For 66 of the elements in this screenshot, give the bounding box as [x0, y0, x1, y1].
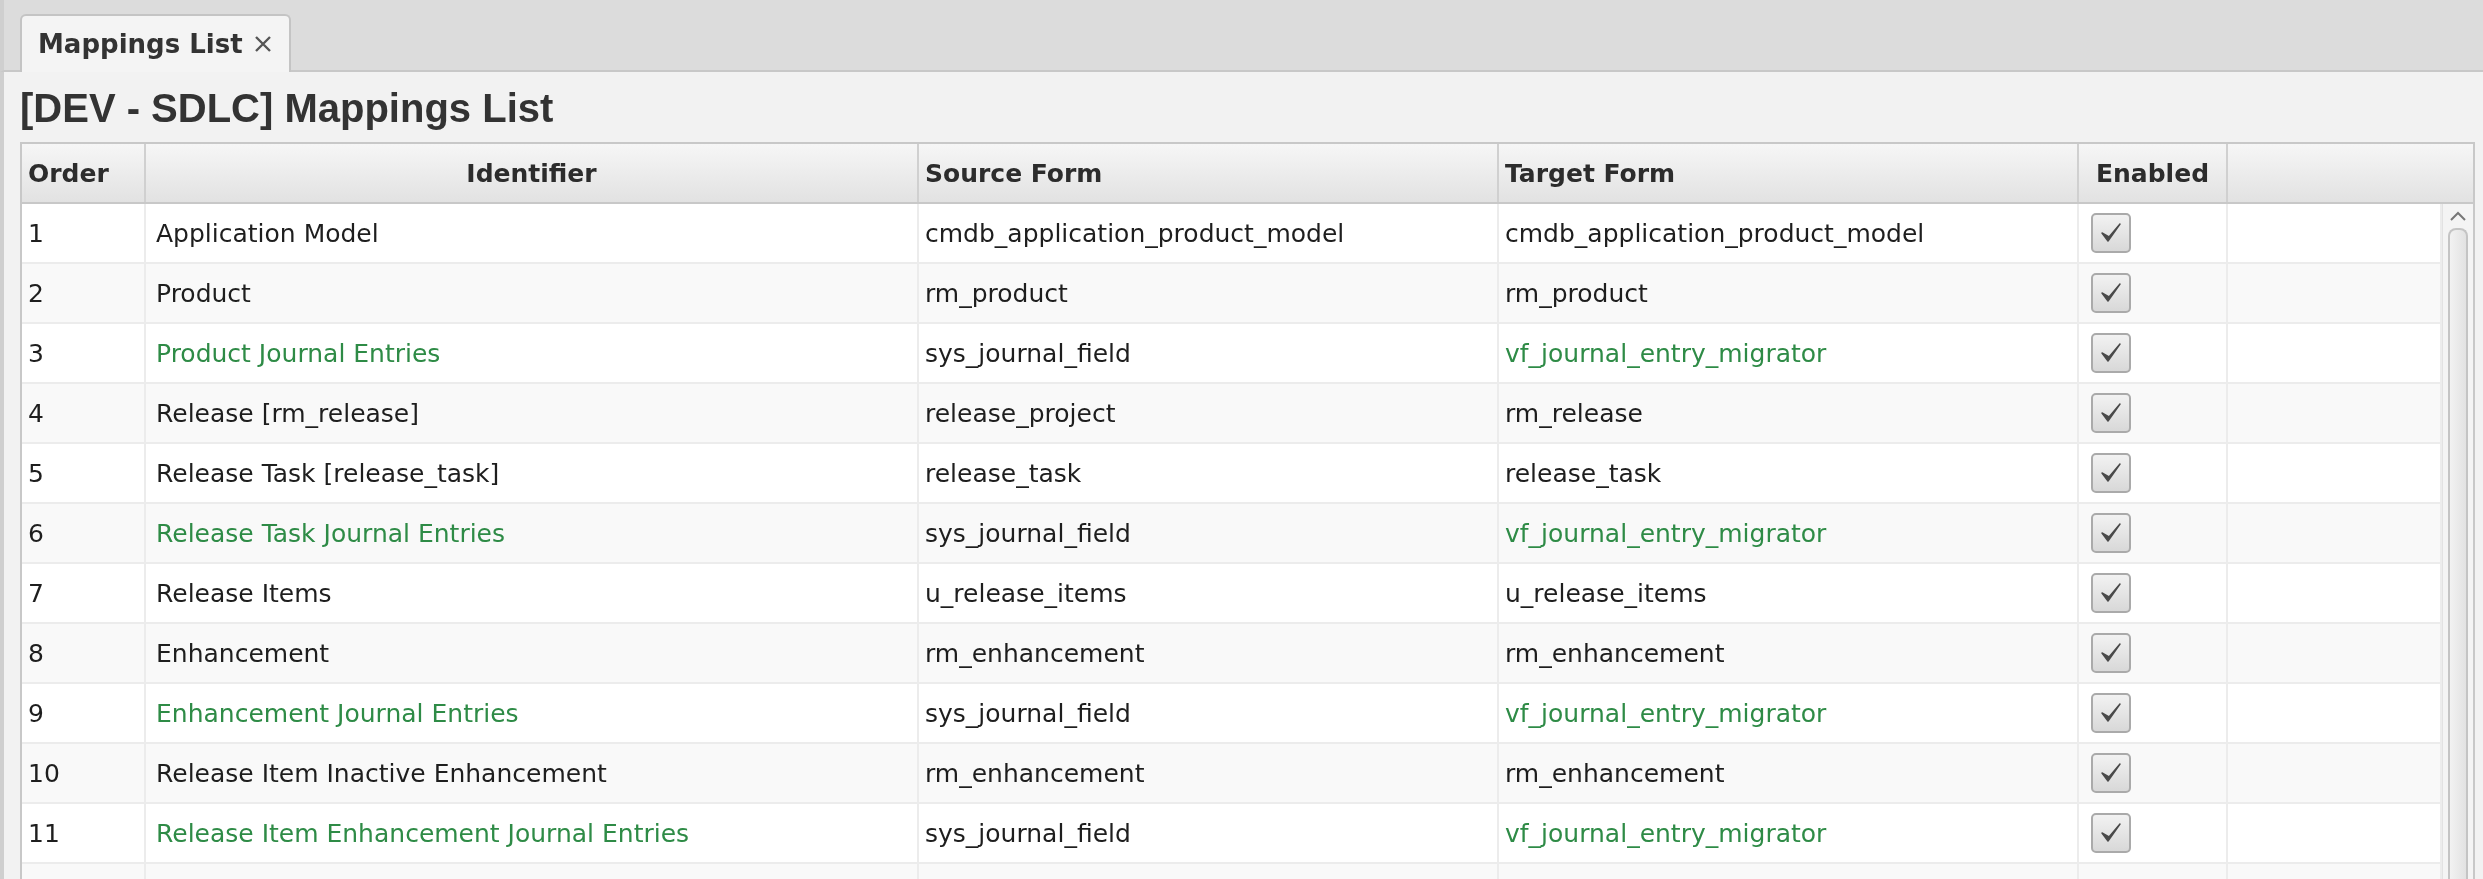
- table-cell: vf_journal_entry_migrator: [1499, 684, 2079, 742]
- vertical-scrollbar[interactable]: [2442, 204, 2473, 879]
- table-cell: release_task: [919, 444, 1499, 502]
- table-cell: cmdb_application_product_model: [919, 204, 1499, 262]
- table-cell: 9: [22, 684, 146, 742]
- table-cell: 3: [22, 324, 146, 382]
- checkbox[interactable]: [2091, 333, 2131, 373]
- table-cell: release_project: [919, 384, 1499, 442]
- checkbox[interactable]: [2091, 273, 2131, 313]
- checkbox[interactable]: [2091, 573, 2131, 613]
- table-cell: 4: [22, 384, 146, 442]
- table-cell: Release [rm_release]: [146, 384, 919, 442]
- column-header[interactable]: Enabled: [2079, 144, 2228, 202]
- table-cell: Enhancement Journal Entries: [146, 684, 919, 742]
- table-cell: cmdb_application_product_model: [1499, 204, 2079, 262]
- checkbox[interactable]: [2091, 213, 2131, 253]
- table-cell: u_release_items: [919, 564, 1499, 622]
- table-cell: 1: [22, 204, 146, 262]
- table-cell: vf_journal_entry_migrator: [1499, 504, 2079, 562]
- table-cell: Application Model: [146, 204, 919, 262]
- table-cell: 8: [22, 624, 146, 682]
- table-cell: 5: [22, 444, 146, 502]
- checkbox[interactable]: [2091, 813, 2131, 853]
- page-title: [DEV - SDLC] Mappings List: [20, 86, 555, 130]
- table-cell: Release Item Inactive Enhancement: [146, 744, 919, 802]
- checkbox[interactable]: [2091, 393, 2131, 433]
- table-cell: 10: [22, 744, 146, 802]
- checkbox[interactable]: [2091, 513, 2131, 553]
- table-cell: Product: [146, 264, 919, 322]
- table-cell: 6: [22, 504, 146, 562]
- table-cell: rm_enhancement: [919, 744, 1499, 802]
- column-header[interactable]: Order: [22, 144, 146, 202]
- table-cell: rm_enhancement: [919, 624, 1499, 682]
- column-header[interactable]: Source Form: [919, 144, 1499, 202]
- table-cell: Release Items: [146, 564, 919, 622]
- table-cell: rm_product: [1499, 264, 2079, 322]
- table-cell: 7: [22, 564, 146, 622]
- checkbox[interactable]: [2091, 693, 2131, 733]
- checkbox[interactable]: [2091, 453, 2131, 493]
- close-icon[interactable]: [252, 34, 273, 54]
- column-header[interactable]: Target Form: [1499, 144, 2079, 202]
- table-cell: Release Item Enhancement Journal Entries: [146, 804, 919, 862]
- scrollbar-thumb[interactable]: [2448, 228, 2468, 879]
- table-cell: vf_journal_entry_migrator: [1499, 324, 2079, 382]
- table-cell: Enhancement: [146, 624, 919, 682]
- table-cell: sys_journal_field: [919, 804, 1499, 862]
- table-cell: sys_journal_field: [919, 504, 1499, 562]
- table-cell: vf_journal_entry_migrator: [1499, 804, 2079, 862]
- table-cell: rm_enhancement: [1499, 624, 2079, 682]
- checkbox[interactable]: [2091, 753, 2131, 793]
- table-cell: Release Task [release_task]: [146, 444, 919, 502]
- table-cell: 2: [22, 264, 146, 322]
- table-cell: sys_journal_field: [919, 684, 1499, 742]
- table-cell: rm_release: [1499, 384, 2079, 442]
- tab[interactable]: Mappings List: [20, 14, 291, 72]
- table-cell: rm_enhancement: [1499, 744, 2079, 802]
- table-cell: release_task: [1499, 444, 2079, 502]
- table-cell: sys_journal_field: [919, 324, 1499, 382]
- table-cell: rm_product: [919, 264, 1499, 322]
- table-cell: Product Journal Entries: [146, 324, 919, 382]
- column-header[interactable]: Identifier: [146, 144, 919, 202]
- table-cell: 11: [22, 804, 146, 862]
- table-cell: u_release_items: [1499, 564, 2079, 622]
- scroll-up-icon[interactable]: [2449, 210, 2467, 222]
- table-cell: Release Task Journal Entries: [146, 504, 919, 562]
- checkbox[interactable]: [2091, 633, 2131, 673]
